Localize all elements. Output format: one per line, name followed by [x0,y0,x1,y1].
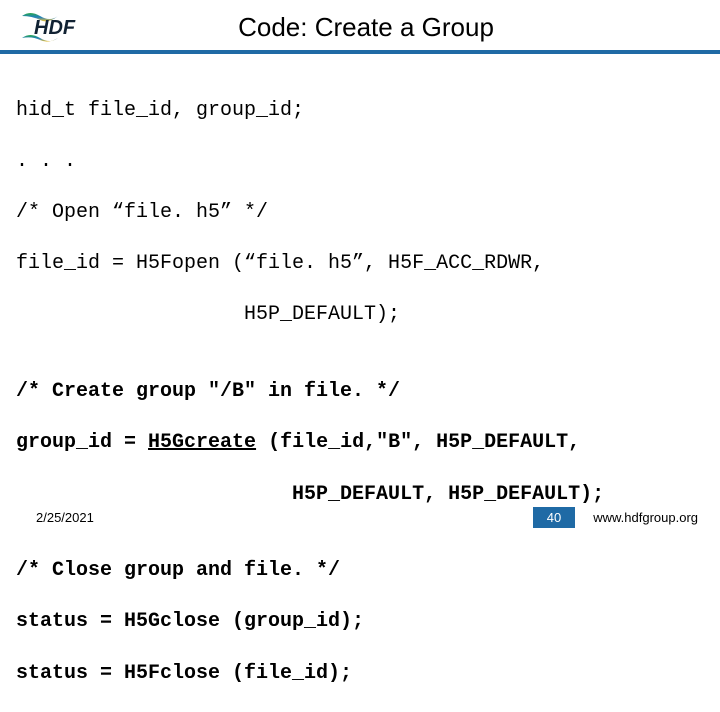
code-line: /* Close group and file. */ [16,558,704,584]
slide-title: Code: Create a Group [92,12,700,43]
slide-footer: 2/25/2021 40 www.hdfgroup.org [0,507,720,528]
code-line: . . . [16,149,704,175]
slide-header: HDF Code: Create a Group [0,0,720,50]
code-line: H5P_DEFAULT); [16,302,704,328]
footer-date: 2/25/2021 [36,510,94,525]
code-line: /* Open “file. h5” */ [16,200,704,226]
code-line: hid_t file_id, group_id; [16,98,704,124]
code-line: group_id = H5Gcreate (file_id,"B", H5P_D… [16,430,704,456]
code-line: /* Create group "/B" in file. */ [16,379,704,405]
footer-page-number: 40 [533,507,575,528]
code-block: hid_t file_id, group_id; . . . /* Open “… [0,54,720,712]
code-fn: H5Gcreate [148,431,256,454]
code-line: file_id = H5Fopen (“file. h5”, H5F_ACC_R… [16,251,704,277]
code-line: status = H5Gclose (group_id); [16,609,704,635]
code-text: group_id = [16,431,148,454]
footer-url: www.hdfgroup.org [593,510,698,525]
code-line: status = H5Fclose (file_id); [16,661,704,687]
svg-text:HDF: HDF [34,17,76,39]
code-text: (file_id,"B", H5P_DEFAULT, [256,431,580,454]
code-line: H5P_DEFAULT, H5P_DEFAULT); [16,482,704,508]
hdf-logo: HDF [20,10,92,44]
